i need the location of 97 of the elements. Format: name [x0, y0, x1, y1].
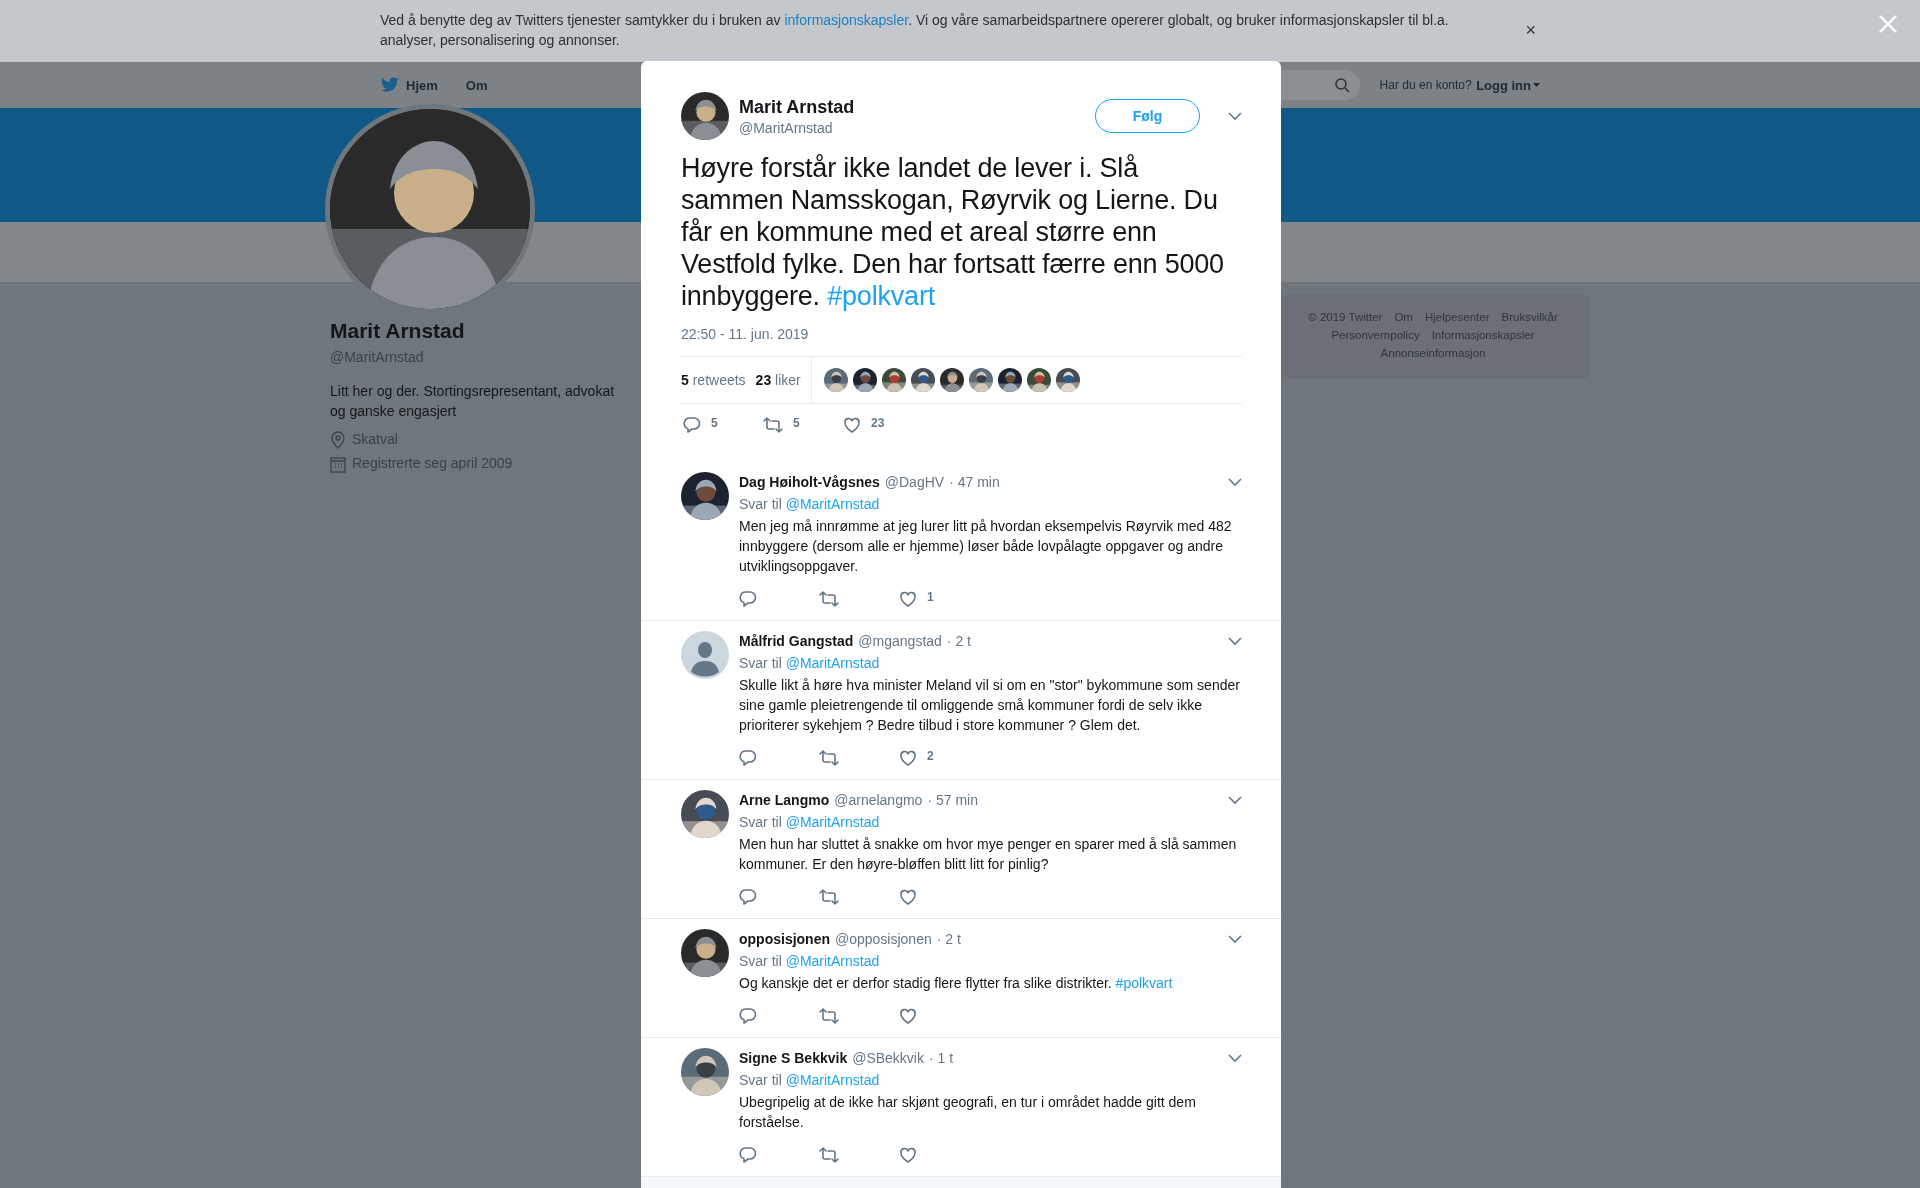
nav-link[interactable]: Om [465, 77, 488, 93]
author-handle: @MaritArnstad [739, 119, 834, 136]
reply-text: Men jeg må innrømme at jeg lurer litt på hvordan eksempelvis Røyrvik med 482 innbyggere (dersom alle er hjemme) løser både lovpålagte oppgaver og andre utviklingsoppgaver. [739, 517, 1233, 576]
retweet-icon [819, 590, 839, 608]
footer-link[interactable]: Personvernpolicy [1331, 327, 1420, 343]
close-icon [1878, 14, 1898, 34]
reply-text: Men hun har sluttet å snakke om hvor mye penger en sparer med å slå sammen kommuner. Er den høyre-bløffen blitt litt for pinlig? [739, 835, 1238, 874]
reply-icon [739, 1146, 757, 1164]
heart-icon [899, 888, 917, 906]
mention-link[interactable]: @MaritArnstad [785, 1072, 880, 1088]
more-menu-button[interactable] [1228, 1053, 1242, 1063]
author-name: Marit Arnstad [739, 96, 856, 118]
more-menu-button[interactable] [1228, 795, 1242, 805]
reply-time[interactable]: · 57 min [927, 792, 978, 808]
reply-author-name[interactable]: Signe S Bekkvik [739, 1050, 848, 1066]
reply-text: Og kanskje det er derfor stadig flere flytter fra slike distrikter. #polkvart [739, 974, 1174, 993]
reply-icon [739, 590, 757, 608]
chevron-icon [1228, 636, 1242, 646]
chevron-icon [1228, 795, 1242, 805]
mention-link[interactable]: @MaritArnstad [785, 496, 880, 512]
reply-author-name[interactable]: Målfrid Gangstad [739, 633, 854, 649]
heart-icon [899, 749, 917, 767]
action-button[interactable]: 23 [843, 416, 923, 450]
reply-author-handle: @DagHV [884, 474, 945, 490]
reply-author-name[interactable]: opposisjonen [739, 931, 830, 947]
footer-link[interactable]: Bruksvilkår [1501, 309, 1558, 325]
login-link[interactable]: Logg inn [1476, 77, 1531, 93]
more-menu-button[interactable] [1228, 477, 1242, 487]
reply-icon [683, 416, 701, 434]
reply-author-handle: @arnelangmo [834, 792, 923, 808]
hashtag-link[interactable]: #polkvart [827, 281, 935, 311]
reply-author-handle: @SBekkvik [852, 1050, 924, 1066]
profile-name: Marit Arnstad [330, 319, 466, 343]
reply-icon [739, 888, 757, 906]
more-menu-button[interactable] [1228, 111, 1242, 121]
reply-text: Ubegripelig at de ikke har skjønt geografi, en tur i området hadde gitt dem forståelse. [739, 1093, 1197, 1132]
location-pin-icon [330, 431, 346, 449]
caret-icon [1533, 83, 1540, 87]
retweet-icon [819, 1007, 839, 1025]
reply-time[interactable]: · 2 t [936, 931, 961, 947]
search-icon [1333, 77, 1350, 93]
chevron-icon [1228, 1053, 1242, 1063]
cookie-notice: Ved å benytte deg av Twitters tjenester samtykker du i bruken av informasjonskapsler. Vi og våre samarbeidspartnere opererer globalt, og bruker informasjonskapsler til bl.a. analyser, personalisering og annonser. [380, 11, 1450, 50]
mention-link[interactable]: @MaritArnstad [785, 655, 880, 671]
default-avatar-icon [681, 631, 729, 679]
tweet-text: Høyre forstår ikke landet de lever i. Slå sammen Namsskogan, Røyrvik og Lierne. Du får en kommune med et areal større enn Vestfold fylke. Den har fortsatt færre enn 5000 innbyggere. #polkvart [681, 152, 1225, 312]
reply-time[interactable]: · 47 min [949, 474, 1000, 490]
reply-to-line: Svar til @MaritArnstad [739, 953, 881, 969]
login-prompt: Har du en konto? [1379, 78, 1472, 92]
footer-link[interactable]: Hjelpesenter [1424, 309, 1490, 325]
stat-link[interactable]: 23 liker [755, 372, 801, 388]
action-button[interactable]: 5 [683, 416, 763, 450]
reply-time[interactable]: · 2 t [946, 633, 971, 649]
reply-to-line: Svar til @MaritArnstad [739, 496, 881, 512]
chevron-icon [1228, 111, 1242, 121]
reply-author-name[interactable]: Arne Langmo [739, 792, 830, 808]
footer-link[interactable]: Informasjonskapsler [1431, 327, 1535, 343]
reply-author-name[interactable]: Dag Høiholt-Vågsnes [739, 474, 880, 490]
retweet-icon [819, 749, 839, 767]
heart-icon [899, 590, 917, 608]
reply-to-line: Svar til @MaritArnstad [739, 1072, 881, 1088]
mention-link[interactable]: @MaritArnstad [785, 814, 880, 830]
action-button[interactable]: 5 [763, 416, 843, 450]
heart-icon [843, 416, 861, 434]
footer-link[interactable]: Om [1394, 309, 1413, 325]
more-menu-button[interactable] [1228, 636, 1242, 646]
reply-to-line: Svar til @MaritArnstad [739, 655, 881, 671]
tweet-timestamp: 22:50 - 11. jun. 2019 [681, 326, 810, 342]
chevron-icon [1228, 934, 1242, 944]
reply-author-handle: @mgangstad [858, 633, 942, 649]
reply-time[interactable]: · 1 t [928, 1050, 954, 1066]
reply-author-handle: @opposisjonen [835, 931, 932, 947]
like-button[interactable]: 1 [899, 590, 979, 608]
retweet-icon [763, 416, 783, 434]
reply-to-line: Svar til @MaritArnstad [739, 814, 881, 830]
calendar-icon [330, 455, 346, 473]
banner-close-button[interactable]: × [1521, 19, 1540, 41]
retweet-icon [819, 888, 839, 906]
mention-link[interactable]: @MaritArnstad [785, 953, 880, 969]
heart-icon [899, 1146, 917, 1164]
chevron-icon [1228, 477, 1242, 487]
heart-icon [899, 1007, 917, 1025]
reply-icon [739, 749, 757, 767]
footer-link[interactable]: Annonseinformasjon [1380, 345, 1486, 361]
nav-link[interactable]: Hjem [380, 77, 438, 93]
footer-link[interactable]: © 2019 Twitter [1308, 309, 1383, 325]
hashtag-link[interactable]: #polkvart [1115, 975, 1173, 991]
like-button[interactable]: 2 [899, 749, 979, 767]
reply-text: Skulle likt å høre hva minister Meland vil si om en "stor" bykommune som sender sine gamle pleietrengende til omliggende små kommuner fordi de selv ikke prioriterer sykehjem ? Bedre tilbud i store kommuner ? Glem det. [739, 676, 1241, 735]
retweet-icon [819, 1146, 839, 1164]
reply-icon [739, 1007, 757, 1025]
profile-bio: Litt her og der. Stortingsrepresentant, advokat og ganske engasjert [330, 382, 616, 421]
bird-icon [380, 77, 400, 93]
stat-link[interactable]: 5 retweets [681, 372, 746, 388]
follow-button[interactable]: Følg [1095, 99, 1200, 133]
more-menu-button[interactable] [1228, 934, 1242, 944]
cookie-link[interactable]: informasjonskapsler [784, 12, 909, 28]
